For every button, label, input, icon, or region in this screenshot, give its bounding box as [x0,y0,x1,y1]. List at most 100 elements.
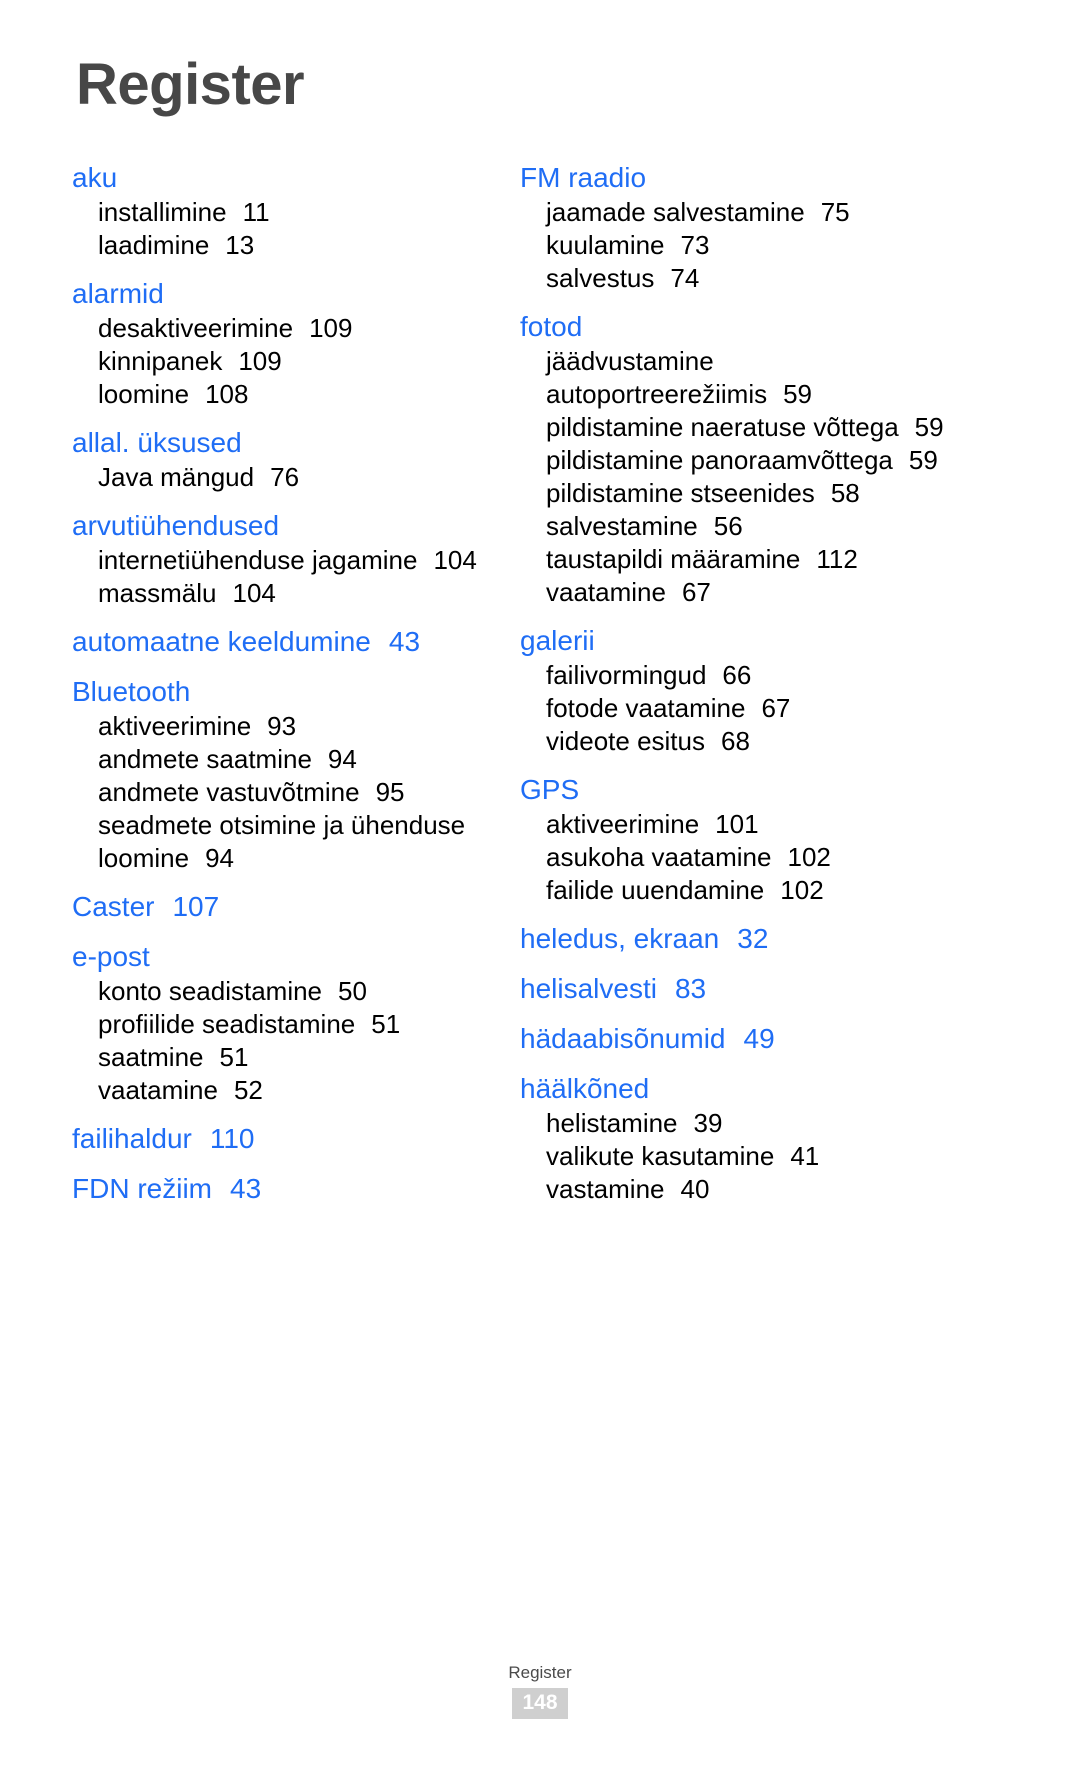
index-group: häälkõned helistamine 39 valikute kasutamin… [520,1057,950,1206]
index-subentry-label: installimine [98,197,227,227]
index-subentry[interactable]: taustapildi määramine 112 [520,543,950,576]
index-term-label: GPS [520,774,580,805]
index-subentry[interactable]: jaamade salvestamine 75 [520,196,950,229]
index-subentry-page-number: 74 [670,263,700,293]
index-subentry[interactable]: massmälu 104 [72,577,502,610]
index-term[interactable]: Caster 107 [72,889,502,925]
index-term-label: arvutiühendused [72,510,280,541]
index-subentry[interactable]: vaatamine 67 [520,576,950,609]
index-columns: aku installimine 11 laadimine 13 alarmid desak… [0,160,1080,1207]
index-subentry[interactable]: helistamine 39 [520,1107,950,1140]
index-subentry[interactable]: Java mängud 76 [72,461,502,494]
index-subentry[interactable]: andmete vastuvõtmine 95 [72,776,502,809]
index-subentry[interactable]: seadmete otsimine ja ühenduse loomine 94 [72,809,502,875]
index-subentry-page-number: 108 [205,379,249,409]
index-term-label: e-post [72,941,150,972]
index-term[interactable]: failihaldur 110 [72,1121,502,1157]
index-subentry[interactable]: laadimine 13 [72,229,502,262]
index-subentry-page-number: 94 [327,744,357,774]
index-subentry[interactable]: failivormingud 66 [520,659,950,692]
index-subentry[interactable]: vaatamine 52 [72,1074,502,1107]
index-subentry-label: asukoha vaatamine [546,842,772,872]
index-subentry-label: failivormingud [546,660,707,690]
index-subentry[interactable]: vastamine 40 [520,1173,950,1206]
index-term[interactable]: e-post [72,939,502,975]
index-subentry[interactable]: aktiveerimine 93 [72,710,502,743]
index-term[interactable]: heledus, ekraan 32 [520,921,950,957]
index-subentry[interactable]: failide uuendamine 102 [520,874,950,907]
index-subentry-page-number: 67 [681,577,711,607]
index-group: helisalvesti 83 [520,957,950,1007]
index-term[interactable]: hädaabisõnumid 49 [520,1021,950,1057]
index-subentry[interactable]: asukoha vaatamine 102 [520,841,950,874]
index-subentry-label: pildistamine panoraamvõttega [546,445,893,475]
index-subentry-page-number: 52 [233,1075,263,1105]
index-subentry-label: valikute kasutamine [546,1141,775,1171]
index-subentry[interactable]: loomine 108 [72,378,502,411]
index-subentry[interactable]: fotode vaatamine 67 [520,692,950,725]
index-subentry[interactable]: aktiveerimine 101 [520,808,950,841]
index-subentry-page-number: 59 [908,445,938,475]
index-subentry[interactable]: salvestus 74 [520,262,950,295]
index-group: Bluetooth aktiveerimine 93 andmete saatmine… [72,660,502,875]
index-term[interactable]: alarmid [72,276,502,312]
index-subentry[interactable]: internetiühenduse jagamine 104 [72,544,502,577]
index-term-page-number: 107 [172,891,220,922]
index-term[interactable]: galerii [520,623,950,659]
index-subentry[interactable]: kinnipanek 109 [72,345,502,378]
index-term[interactable]: helisalvesti 83 [520,971,950,1007]
index-group: arvutiühendused internetiühenduse jagamin… [72,494,502,610]
index-subentry[interactable]: videote esitus 68 [520,725,950,758]
index-group: alarmid desaktiveerimine 109 kinnipanek 109 l… [72,262,502,411]
index-term[interactable]: fotod [520,309,950,345]
index-subentry[interactable]: pildistamine panoraamvõttega 59 [520,444,950,477]
index-subentry[interactable]: jäädvustamine autoportreerežiimis 59 [520,345,950,411]
index-subentry-page-number: 58 [830,478,860,508]
index-subentry-page-number: 104 [433,545,477,575]
index-term[interactable]: GPS [520,772,950,808]
index-group: aku installimine 11 laadimine 13 [72,160,502,262]
index-subentry-page-number: 41 [790,1141,820,1171]
index-subentry[interactable]: pildistamine naeratuse võttega 59 [520,411,950,444]
index-subentry-label: loomine [98,379,190,409]
index-subentry-page-number: 51 [371,1009,401,1039]
index-subentry-label: salvestus [546,263,655,293]
index-subentry-page-number: 95 [375,777,405,807]
index-term[interactable]: allal. üksused [72,425,502,461]
index-subentry-label: kinnipanek [98,346,223,376]
index-term-label: Bluetooth [72,676,191,707]
page-title: Register [76,52,305,117]
index-group: hädaabisõnumid 49 [520,1007,950,1057]
index-subentry[interactable]: andmete saatmine 94 [72,743,502,776]
index-subentry[interactable]: valikute kasutamine 41 [520,1140,950,1173]
index-subentry[interactable]: saatmine 51 [72,1041,502,1074]
index-term[interactable]: aku [72,160,502,196]
index-subentry-label: taustapildi määramine [546,544,801,574]
index-subentry-page-number: 11 [242,197,270,227]
index-group: e-post konto seadistamine 50 profiilide sea… [72,925,502,1107]
index-term[interactable]: automaatne keeldumine 43 [72,624,502,660]
index-term-page-number: 32 [737,923,769,954]
index-subentry-page-number: 104 [232,578,276,608]
index-subentry[interactable]: installimine 11 [72,196,502,229]
index-term[interactable]: häälkõned [520,1071,950,1107]
index-group: FDN režiim 43 [72,1157,502,1207]
index-term-page-number: 110 [209,1123,255,1154]
index-subentry[interactable]: desaktiveerimine 109 [72,312,502,345]
index-term[interactable]: FDN režiim 43 [72,1171,502,1207]
index-subentry-label: pildistamine naeratuse võttega [546,412,899,442]
index-term[interactable]: Bluetooth [72,674,502,710]
index-subentry-label: failide uuendamine [546,875,765,905]
index-subentry[interactable]: profiilide seadistamine 51 [72,1008,502,1041]
index-subentry-page-number: 66 [722,660,752,690]
index-term[interactable]: FM raadio [520,160,950,196]
index-subentry-label: internetiühenduse jagamine [98,545,418,575]
index-subentry[interactable]: salvestamine 56 [520,510,950,543]
index-subentry[interactable]: kuulamine 73 [520,229,950,262]
index-subentry-label: andmete saatmine [98,744,312,774]
index-term-label: heledus, ekraan [520,923,720,954]
index-subentry[interactable]: pildistamine stseenides 58 [520,477,950,510]
index-subentry-page-number: 109 [238,346,282,376]
index-term[interactable]: arvutiühendused [72,508,502,544]
index-subentry[interactable]: konto seadistamine 50 [72,975,502,1008]
